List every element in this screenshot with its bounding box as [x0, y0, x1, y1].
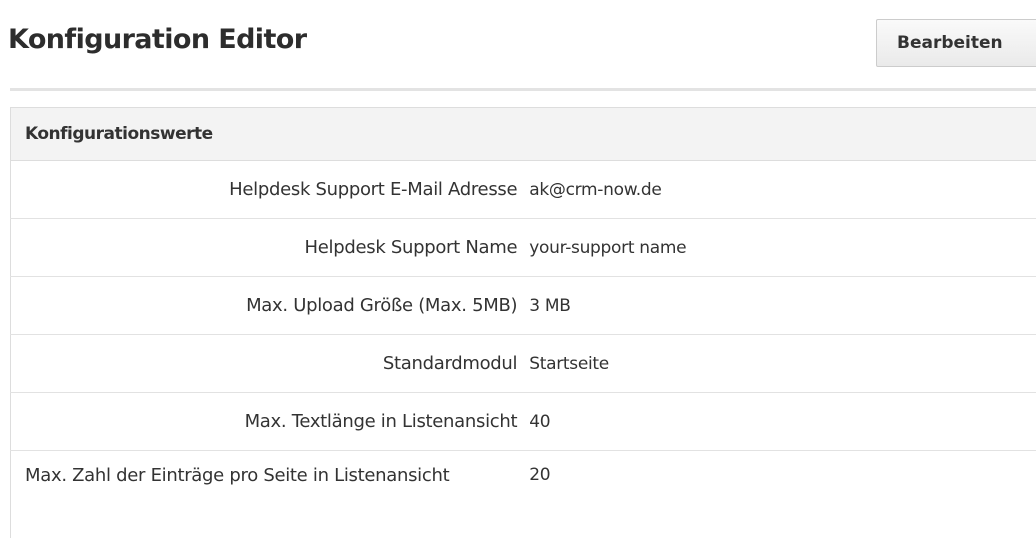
- row-label: Max. Zahl der Einträge pro Seite in List…: [10, 450, 524, 538]
- config-values-table: Konfigurationswerte Helpdesk Support E-M…: [10, 107, 1036, 538]
- table-row: Helpdesk Support Name your-support name: [10, 218, 1036, 277]
- table-heading: Konfigurationswerte: [10, 107, 1036, 161]
- page-header: Konfiguration Editor Bearbeiten: [0, 0, 1036, 91]
- row-label: Helpdesk Support Name: [10, 218, 524, 277]
- row-label: Max. Textlänge in Listenansicht: [10, 392, 524, 451]
- row-value: ak@crm-now.de: [523, 160, 1036, 219]
- header-divider: [10, 88, 1036, 91]
- row-value: 20: [529, 465, 551, 485]
- table-row: Helpdesk Support E-Mail Adresse ak@crm-n…: [10, 160, 1036, 219]
- table-row: Max. Zahl der Einträge pro Seite in List…: [10, 450, 1036, 538]
- row-value: Startseite: [523, 334, 1036, 393]
- edit-button[interactable]: Bearbeiten: [876, 19, 1036, 67]
- table-header-row: Konfigurationswerte: [10, 107, 1036, 161]
- row-label: Standardmodul: [10, 334, 524, 393]
- config-editor-page: Konfiguration Editor Bearbeiten Konfigur…: [0, 0, 1036, 538]
- row-value: 3 MB: [523, 276, 1036, 335]
- table-row: Max. Upload Größe (Max. 5MB) 3 MB: [10, 276, 1036, 335]
- row-value: 40: [523, 392, 1036, 451]
- row-label: Max. Upload Größe (Max. 5MB): [10, 276, 524, 335]
- row-value: your-support name: [523, 218, 1036, 277]
- row-label: Helpdesk Support E-Mail Adresse: [10, 160, 524, 219]
- table-row: Standardmodul Startseite: [10, 334, 1036, 393]
- page-title: Konfiguration Editor: [8, 24, 307, 55]
- table-row: Max. Textlänge in Listenansicht 40: [10, 392, 1036, 451]
